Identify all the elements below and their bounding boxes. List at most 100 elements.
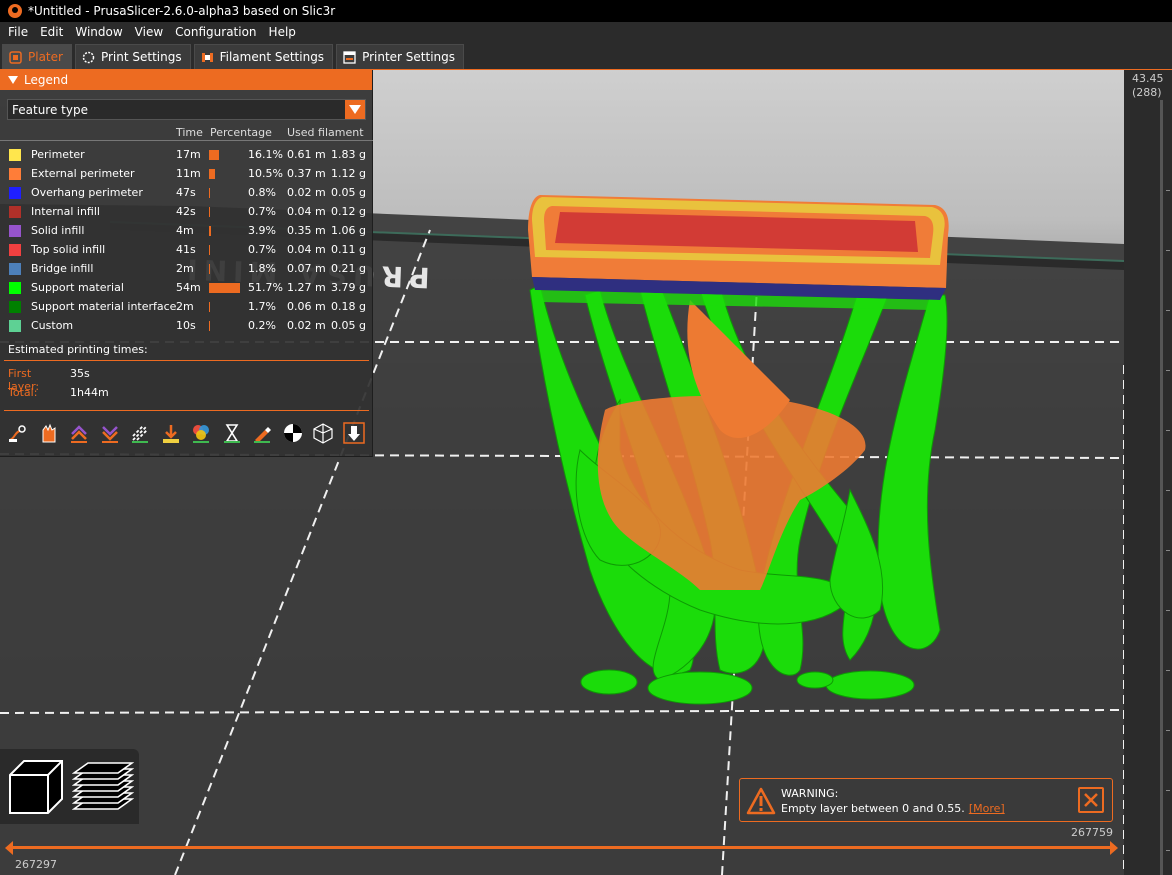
view-mode-buttons [0,749,139,824]
feature-percentage: 3.9% [248,224,276,237]
move-slider-upper-thumb[interactable] [1110,841,1118,855]
legend-row-custom[interactable]: Custom 10s 0.2% 0.02 m 0.05 g [0,317,373,336]
prusaslicer-window: *Untitled - PrusaSlicer-2.6.0-alpha3 bas… [0,0,1172,875]
plater-icon [9,50,22,64]
feature-time: 10s [176,319,196,332]
layer-tick [1166,310,1170,311]
pause-print-icon[interactable] [220,421,244,445]
column-percentage: Percentage [210,126,272,139]
feature-time: 47s [176,186,196,199]
dropdown-arrow-icon[interactable] [345,100,365,119]
feature-weight: 1.12 g [331,167,366,180]
menu-edit[interactable]: Edit [34,22,69,43]
menu-configuration[interactable]: Configuration [169,22,262,43]
center-of-gravity-icon[interactable] [281,421,305,445]
legend-row-perimeter[interactable]: Perimeter 17m 16.1% 0.61 m 1.83 g [0,146,373,165]
layers-view-icon[interactable] [72,757,134,817]
feature-time: 54m [176,281,201,294]
feature-time: 42s [176,205,196,218]
tool-marker-icon[interactable] [342,421,366,445]
divider [4,410,369,411]
feature-weight: 0.18 g [331,300,366,313]
feature-name: Perimeter [31,148,85,161]
feature-name: Support material [31,281,124,294]
legend-row-external-perimeter[interactable]: External perimeter 11m 10.5% 0.37 m 1.12… [0,165,373,184]
feature-length: 0.04 m [287,205,326,218]
view-type-value: Feature type [12,102,88,117]
feature-percentage: 16.1% [248,148,283,161]
3d-view-cube-icon[interactable] [6,757,66,817]
feature-name: Custom [31,319,74,332]
legend-table-header: Time Percentage Used filament [0,126,373,141]
legend-row-overhang-perimeter[interactable]: Overhang perimeter 47s 0.8% 0.02 m 0.05 … [0,184,373,203]
shells-icon[interactable] [311,421,335,445]
view-type-select[interactable]: Feature type [7,99,366,120]
custom-gcode-icon[interactable] [250,421,274,445]
collapse-triangle-icon[interactable] [8,76,18,84]
menu-window[interactable]: Window [69,22,128,43]
tab-plater-label: Plater [28,50,63,64]
deretractions-icon[interactable] [98,421,122,445]
feature-percentage: 0.7% [248,243,276,256]
feature-time: 4m [176,224,194,237]
color-swatch [9,282,21,294]
tab-bar: Plater Print Settings Filament Settings … [0,43,1172,70]
feature-name: Overhang perimeter [31,186,143,199]
percentage-bar [209,245,210,255]
color-swatch [9,149,21,161]
feature-length: 0.35 m [287,224,326,237]
retractions-icon[interactable] [67,421,91,445]
layer-tick [1166,490,1170,491]
close-notification-button[interactable] [1078,787,1104,813]
seams-icon[interactable] [128,421,152,445]
legend-row-top-solid-infill[interactable]: Top solid infill 41s 0.7% 0.04 m 0.11 g [0,241,373,260]
color-changes-icon[interactable] [189,421,213,445]
layer-slider[interactable]: 43.45 (288) [1124,70,1172,875]
legend-row-bridge-infill[interactable]: Bridge infill 2m 1.8% 0.07 m 0.21 g [0,260,373,279]
legend-row-solid-infill[interactable]: Solid infill 4m 3.9% 0.35 m 1.06 g [0,222,373,241]
tab-printer-settings[interactable]: Printer Settings [336,44,465,69]
tool-changes-icon[interactable] [159,421,183,445]
legend-options-toolbar [6,421,372,445]
layer-tick [1166,670,1170,671]
layer-slider-track[interactable] [1160,100,1163,875]
color-swatch [9,244,21,256]
menu-help[interactable]: Help [263,22,302,43]
legend-title: Legend [24,73,69,87]
warning-more-link[interactable]: [More] [969,802,1005,815]
travel-icon[interactable] [6,421,30,445]
color-swatch [9,320,21,332]
feature-weight: 0.05 g [331,186,366,199]
legend-row-support-material-interface[interactable]: Support material interface 2m 1.7% 0.06 … [0,298,373,317]
percentage-bar [209,169,215,179]
feature-name: Top solid infill [31,243,106,256]
color-swatch [9,206,21,218]
layer-tick [1166,610,1170,611]
move-slider-track[interactable] [8,846,1114,849]
tab-plater[interactable]: Plater [2,44,72,69]
tab-print-settings[interactable]: Print Settings [74,44,191,69]
feature-percentage: 0.8% [248,186,276,199]
color-swatch [9,168,21,180]
warning-triangle-icon [746,787,776,815]
percentage-bar [209,207,210,217]
column-time: Time [176,126,203,139]
tab-filament-settings[interactable]: Filament Settings [193,44,334,69]
legend-row-support-material[interactable]: Support material 54m 51.7% 1.27 m 3.79 g [0,279,373,298]
warning-message: Empty layer between 0 and 0.55. [More] [781,802,1005,815]
legend-row-internal-infill[interactable]: Internal infill 42s 0.7% 0.04 m 0.12 g [0,203,373,222]
legend-header[interactable]: Legend [0,70,372,90]
feature-time: 17m [176,148,201,161]
feature-weight: 3.79 g [331,281,366,294]
total-value: 1h44m [70,386,109,399]
legend-rows: Perimeter 17m 16.1% 0.61 m 1.83 g Extern… [0,146,373,336]
menu-view[interactable]: View [129,22,169,43]
wipe-icon[interactable] [37,421,61,445]
percentage-bar [209,321,210,331]
legend-panel: Legend Feature type Time Percentage Used… [0,70,373,457]
layer-tick [1166,730,1170,731]
menu-file[interactable]: File [2,22,34,43]
layer-height-value: 43.45 [1132,72,1164,85]
move-slider-lower-thumb[interactable] [5,841,13,855]
feature-percentage: 1.7% [248,300,276,313]
